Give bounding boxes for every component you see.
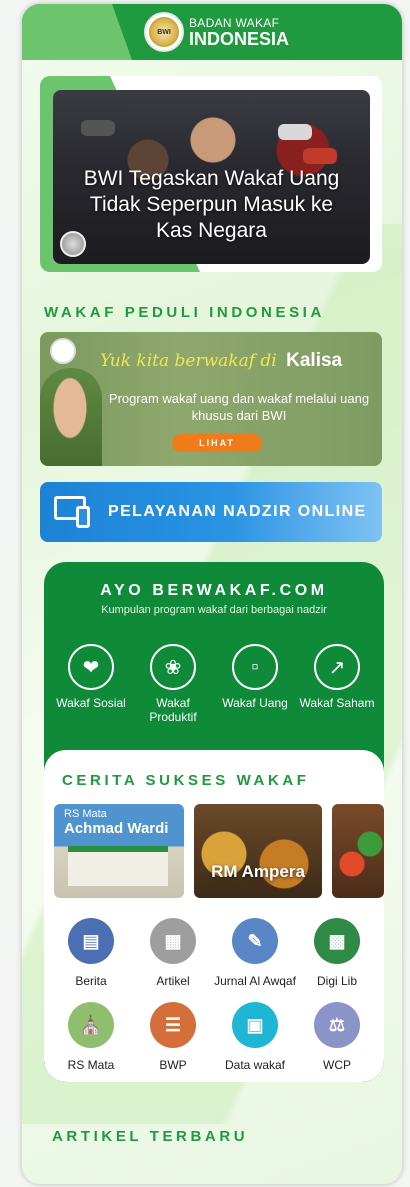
lihat-button[interactable]: LIHAT [172, 434, 262, 452]
hospital-building-image [68, 846, 168, 886]
category-wakaf-produktif[interactable]: ❀ Wakaf Produktif [135, 644, 211, 724]
category-label: Wakaf Uang [222, 696, 288, 710]
nadzir-online-button[interactable]: PELAYANAN NADZIR ONLINE [40, 482, 382, 542]
story-card-rs-mata[interactable]: RS Mata Achmad Wardi [54, 804, 184, 898]
menu-label: Digi Lib [316, 974, 358, 988]
section-title-cerita: CERITA SUKSES WAKAF [62, 772, 310, 789]
kalisa-banner[interactable]: Yuk kita berwakaf di Kalisa Program waka… [40, 332, 382, 466]
menu-label: Berita [75, 974, 107, 988]
category-label: Wakaf Saham [299, 696, 375, 710]
category-wakaf-sosial[interactable]: ❤ Wakaf Sosial [53, 644, 129, 724]
money-icon: ▫ [232, 644, 278, 690]
logo-line1: BADAN WAKAF [189, 15, 280, 30]
kalisa-description: Program wakaf uang dan wakaf melalui uan… [108, 391, 370, 423]
category-wakaf-uang[interactable]: ▫ Wakaf Uang [217, 644, 293, 724]
nadzir-label: PELAYANAN NADZIR ONLINE [108, 503, 367, 520]
article-icon: ▦ [150, 918, 196, 964]
story-card-rm-ampera[interactable]: RM Ampera [194, 804, 322, 898]
category-wakaf-saham[interactable]: ↗ Wakaf Saham [299, 644, 375, 724]
menu-item-bwp[interactable]: ☰ BWP [132, 1002, 214, 1072]
story-card-line1: RS Mata [64, 808, 107, 820]
story-card-partial[interactable] [332, 804, 384, 898]
section-title-peduli: WAKAF PEDULI INDONESIA [44, 304, 325, 321]
gavel-icon: ⚖ [314, 1002, 360, 1048]
ayo-berwakaf-panel: AYO BERWAKAF.COM Kumpulan program wakaf … [44, 562, 384, 1082]
menu-label: WCP [323, 1058, 351, 1072]
menu-item-wcp[interactable]: ⚖ WCP [296, 1002, 378, 1072]
microphone-icon [303, 148, 337, 164]
section-title-artikel: ARTIKEL TERBARU [52, 1128, 249, 1145]
menu-item-digi-lib[interactable]: ▩ Digi Lib [296, 918, 378, 988]
banner-person-image [40, 368, 102, 466]
library-icon: ▩ [314, 918, 360, 964]
journal-pen-icon: ✎ [232, 918, 278, 964]
category-label: Wakaf Sosial [56, 696, 126, 710]
hospital-icon: ⛪ [68, 1002, 114, 1048]
emblem-text: BWI [149, 17, 179, 47]
hero-slider[interactable]: BWI Tegaskan Wakaf Uang Tidak Seperpun M… [40, 76, 382, 272]
hero-news-image[interactable]: BWI Tegaskan Wakaf Uang Tidak Seperpun M… [53, 90, 370, 264]
menu-label: BWP [159, 1058, 187, 1072]
wheat-icon: ❀ [150, 644, 196, 690]
ayo-title[interactable]: AYO BERWAKAF.COM [44, 582, 384, 600]
category-label: Wakaf Produktif [149, 696, 197, 724]
data-icon: ▣ [232, 1002, 278, 1048]
site-header: BWI BADAN WAKAF INDONESIA [22, 4, 402, 60]
heart-icon: ❤ [68, 644, 114, 690]
chart-up-icon: ↗ [314, 644, 360, 690]
devices-icon [54, 496, 94, 528]
logo-text: BADAN WAKAF INDONESIA [189, 17, 289, 48]
menu-item-data-wakaf[interactable]: ▣ Data wakaf [214, 1002, 296, 1072]
logo-line2: INDONESIA [189, 28, 290, 49]
mobile-page: BWI BADAN WAKAF INDONESIA BWI Tegaskan W… [22, 4, 402, 1184]
header-accent-band [22, 4, 132, 60]
bwp-icon: ☰ [150, 1002, 196, 1048]
cerita-sukses-panel: CERITA SUKSES WAKAF RS Mata Achmad Wardi… [44, 750, 384, 1082]
menu-label: RS Mata [67, 1058, 115, 1072]
menu-label: Jurnal Al Awqaf [214, 974, 296, 988]
menu-label: Data wakaf [224, 1058, 286, 1072]
success-story-carousel[interactable]: RS Mata Achmad Wardi RM Ampera [54, 804, 384, 898]
menu-item-rs-mata[interactable]: ⛪ RS Mata [50, 1002, 132, 1072]
quick-menu-grid: ▤ Berita ▦ Artikel ✎ Jurnal Al Awqaf ▩ D… [50, 918, 378, 1072]
bwi-seal-icon [50, 338, 76, 364]
kalisa-tagline-text: Yuk kita berwakaf di [100, 351, 277, 371]
menu-item-artikel[interactable]: ▦ Artikel [132, 918, 214, 988]
menu-label: Artikel [156, 974, 190, 988]
menu-item-berita[interactable]: ▤ Berita [50, 918, 132, 988]
microphone-icon [81, 120, 115, 136]
newspaper-icon: ▤ [68, 918, 114, 964]
bwi-logo[interactable]: BWI BADAN WAKAF INDONESIA [144, 12, 289, 52]
garuda-emblem-icon: BWI [144, 12, 184, 52]
hero-headline[interactable]: BWI Tegaskan Wakaf Uang Tidak Seperpun M… [53, 166, 370, 244]
wakaf-categories: ❤ Wakaf Sosial ❀ Wakaf Produktif ▫ Wakaf… [44, 644, 384, 724]
kalisa-brand: Kalisa [286, 350, 343, 371]
ayo-subtitle: Kumpulan program wakaf dari berbagai nad… [101, 604, 327, 616]
bwi-seal-icon [60, 231, 86, 257]
kalisa-tagline: Yuk kita berwakaf di Kalisa [100, 350, 342, 372]
menu-item-jurnal-al-awqaf[interactable]: ✎ Jurnal Al Awqaf [214, 918, 296, 988]
story-card-title: RM Ampera [211, 862, 305, 881]
story-card-line2: Achmad Wardi [64, 820, 169, 837]
microphone-icon [278, 124, 312, 140]
